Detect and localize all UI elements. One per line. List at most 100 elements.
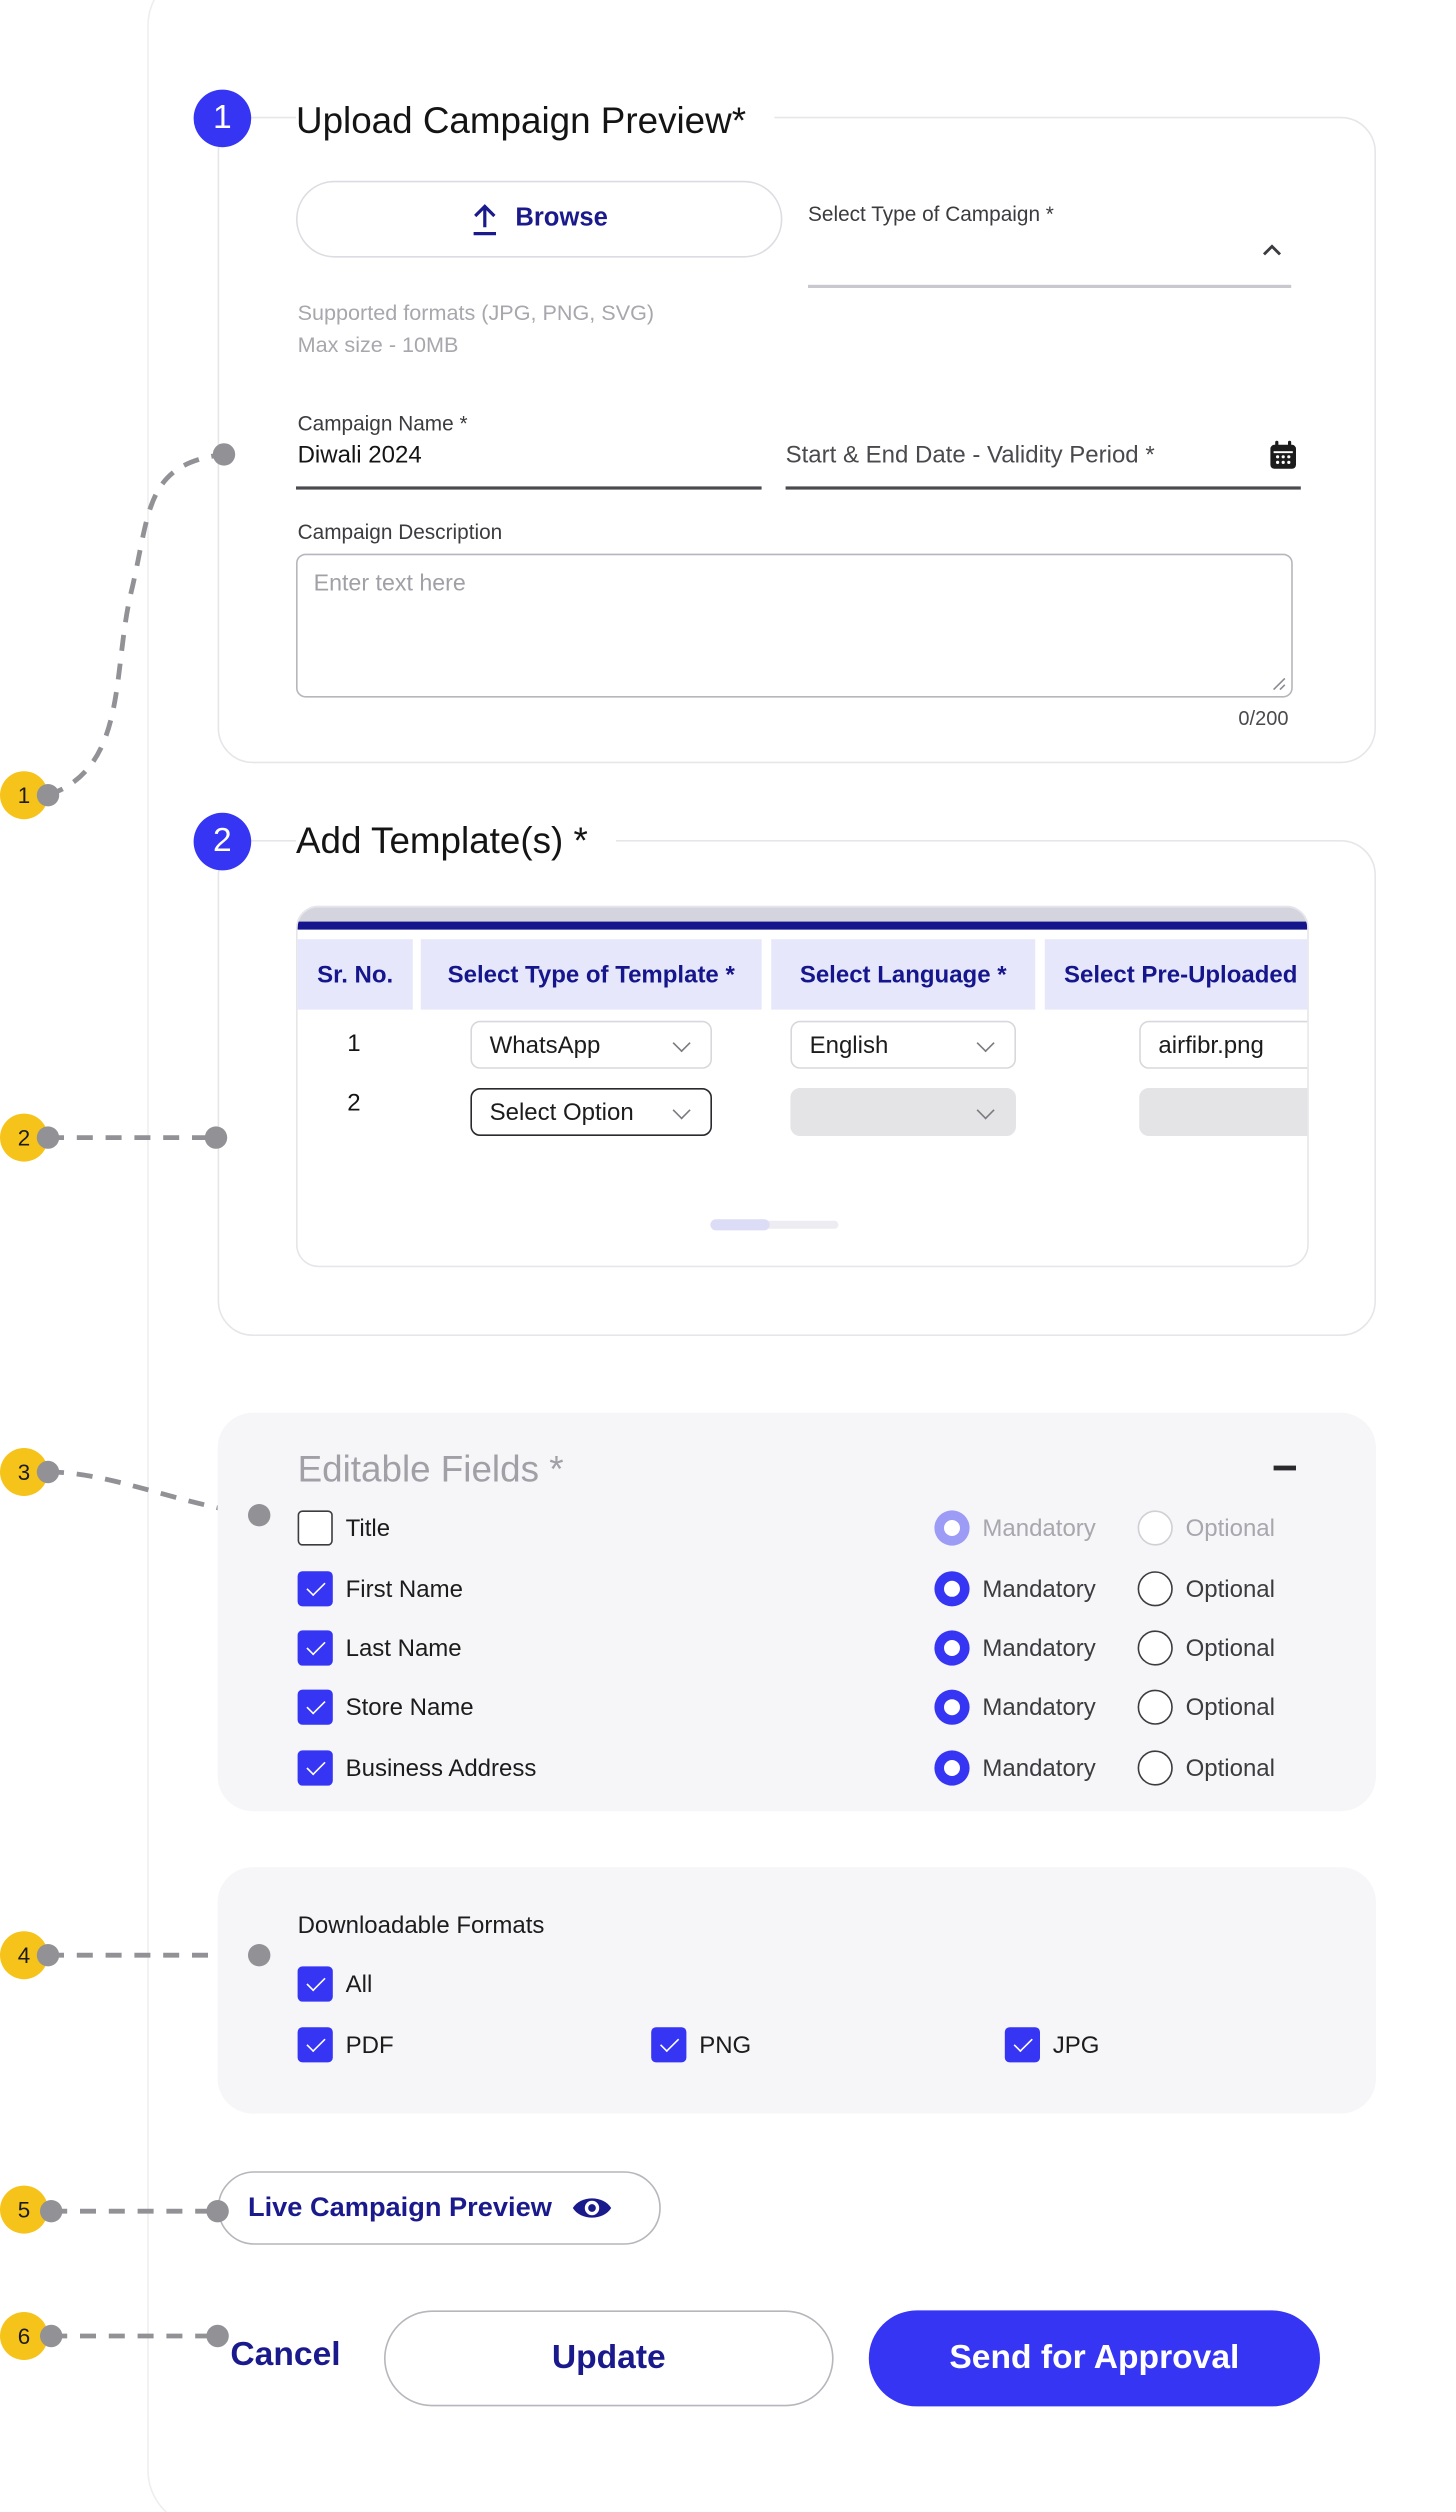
field-business-address-optional-radio[interactable] [1137,1750,1173,1786]
field-first-name-mandatory-radio[interactable] [934,1571,970,1607]
field-title-checkbox[interactable] [297,1510,333,1546]
format-png-label: PNG [699,2032,752,2060]
annotation-dot [248,1944,271,1967]
format-pdf-checkbox[interactable] [297,2027,333,2063]
chevron-down-icon [672,1101,691,1120]
row-2-sr: 2 [347,1089,361,1117]
header-language: Select Language * [771,939,1036,1010]
browse-label: Browse [515,204,608,232]
max-size-text: Max size - 10MB [297,332,459,357]
row-2-language-select[interactable] [790,1088,1016,1136]
field-store-name-optional-radio[interactable] [1137,1689,1173,1725]
live-campaign-preview-button[interactable]: Live Campaign Preview [217,2171,661,2245]
send-for-approval-button[interactable]: Send for Approval [868,2310,1320,2407]
campaign-name-input[interactable]: Diwali 2024 [298,442,422,469]
field-last-name-optional-radio[interactable] [1137,1630,1173,1666]
annotation-dot [204,1126,228,1149]
row-2-template-value: Select Option [489,1098,634,1126]
chevron-down-icon [976,1101,995,1120]
template-table: Sr. No. Select Type of Template * Select… [296,905,1309,1268]
optional-label: Optional [1185,1635,1275,1663]
optional-label: Optional [1185,1576,1275,1604]
field-business-address-mandatory-radio[interactable] [934,1750,970,1786]
campaign-description-label: Campaign Description [297,520,503,544]
live-preview-label: Live Campaign Preview [248,2192,552,2223]
format-all-checkbox[interactable] [297,1966,333,2002]
editable-fields-title: Editable Fields * [297,1448,564,1490]
campaign-type-label: Select Type of Campaign * [808,201,1054,226]
optional-label: Optional [1185,1515,1275,1543]
field-business-address-label: Business Address [345,1755,537,1783]
row-2-template-select[interactable]: Select Option [470,1088,712,1136]
row-1-template-value: WhatsApp [489,1031,601,1059]
supported-formats-text: Supported formats (JPG, PNG, SVG) [297,300,655,325]
annotation-dot [206,2324,229,2348]
annotation-dot [36,1944,60,1967]
optional-label: Optional [1185,1694,1275,1722]
char-counter: 0/200 [1238,707,1289,730]
field-last-name-checkbox[interactable] [297,1630,333,1666]
field-title-optional-radio[interactable] [1137,1510,1173,1546]
format-all-label: All [345,1971,373,1999]
annotation-dot [36,784,60,807]
row-1-language-value: English [809,1031,889,1059]
header-pre-uploaded: Select Pre-Uploaded [1044,939,1308,1010]
template-section-title: Add Template(s) * [296,819,617,863]
annotation-dot [40,2324,63,2348]
calendar-icon[interactable] [1269,440,1298,470]
field-first-name-label: First Name [345,1576,463,1604]
annotation-dot [212,443,236,466]
field-last-name-label: Last Name [345,1635,462,1663]
field-title-mandatory-radio[interactable] [934,1510,970,1546]
field-title-label: Title [345,1515,391,1543]
upload-icon [473,204,497,236]
step-2-badge: 2 [193,812,252,871]
downloadable-formats-card [217,1867,1377,2114]
validity-date-input[interactable]: Start & End Date - Validity Period * [786,442,1155,469]
downloadable-formats-title: Downloadable Formats [297,1912,545,1940]
eye-icon [572,2198,612,2218]
row-1-template-select[interactable]: WhatsApp [470,1020,712,1069]
mandatory-label: Mandatory [982,1515,1096,1543]
update-button[interactable]: Update [384,2310,834,2407]
row-1-sr: 1 [347,1030,361,1058]
field-business-address-checkbox[interactable] [297,1750,333,1786]
scrollbar-thumb[interactable] [710,1219,770,1231]
campaign-name-label: Campaign Name * [297,411,468,436]
header-sr-no: Sr. No. [297,939,413,1010]
field-first-name-checkbox[interactable] [297,1571,333,1607]
annotation-dot [248,1504,271,1527]
chevron-down-icon [976,1034,995,1053]
optional-label: Optional [1185,1755,1275,1783]
mandatory-label: Mandatory [982,1755,1096,1783]
step-1-badge: 1 [193,89,252,148]
browse-button[interactable]: Browse [296,180,783,258]
field-last-name-mandatory-radio[interactable] [934,1630,970,1666]
annotation-dot [36,1460,60,1484]
upload-section-title: Upload Campaign Preview* [296,99,775,143]
campaign-type-select[interactable] [808,224,1291,288]
header-template-type: Select Type of Template * [420,939,762,1010]
row-1-file-select[interactable]: airfibr.png [1139,1020,1308,1069]
row-1-language-select[interactable]: English [790,1020,1016,1069]
collapse-icon[interactable] [1273,1465,1296,1471]
resize-handle-icon[interactable] [1270,675,1286,691]
mandatory-label: Mandatory [982,1694,1096,1722]
chevron-up-icon [1262,244,1282,256]
field-first-name-optional-radio[interactable] [1137,1571,1173,1607]
chevron-down-icon [672,1034,691,1053]
mandatory-label: Mandatory [982,1635,1096,1663]
field-store-name-mandatory-radio[interactable] [934,1689,970,1725]
campaign-description-textarea[interactable]: Enter text here [296,553,1293,698]
row-1-file-value: airfibr.png [1158,1031,1264,1059]
annotation-dot [36,1126,60,1149]
format-jpg-checkbox[interactable] [1004,2027,1040,2063]
row-2-file-select[interactable] [1139,1088,1308,1136]
mandatory-label: Mandatory [982,1576,1096,1604]
field-store-name-checkbox[interactable] [297,1689,333,1725]
cancel-button[interactable]: Cancel [230,2336,340,2374]
format-jpg-label: JPG [1052,2032,1100,2060]
format-png-checkbox[interactable] [651,2027,687,2063]
annotation-dot [206,2200,229,2223]
annotation-dot [40,2200,63,2223]
